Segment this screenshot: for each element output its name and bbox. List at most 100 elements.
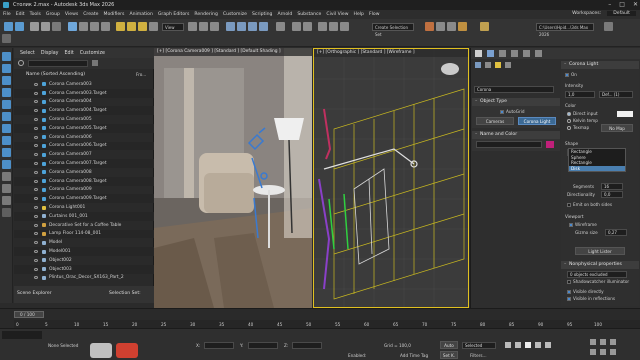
placement-icon[interactable] bbox=[149, 22, 158, 31]
rotate-icon[interactable] bbox=[127, 22, 136, 31]
align-icon[interactable] bbox=[303, 22, 312, 31]
viewport-camera[interactable]: [+] [Corona Camera009 ] [Standard ] [Def… bbox=[154, 48, 312, 308]
menu-arnold[interactable]: Arnold bbox=[277, 12, 292, 17]
object-name-field[interactable] bbox=[476, 141, 542, 148]
light-lister-button[interactable]: Light Lister bbox=[575, 247, 625, 255]
excluded-field[interactable]: 0 objects excluded bbox=[567, 271, 627, 278]
move-icon[interactable] bbox=[116, 22, 125, 31]
list-item[interactable]: Corona Camera007 bbox=[14, 150, 154, 159]
list-item[interactable]: Plintus_Orac_Decor_SX163_Part_2 bbox=[14, 274, 154, 283]
next-frame-icon[interactable] bbox=[535, 342, 541, 348]
filter-bones-icon[interactable] bbox=[2, 148, 11, 157]
eye-icon[interactable] bbox=[34, 179, 38, 183]
eye-icon[interactable] bbox=[34, 153, 38, 157]
list-item[interactable]: Corona Camera004 bbox=[14, 98, 154, 107]
menu-create[interactable]: Create bbox=[83, 12, 98, 17]
menu-civil-view[interactable]: Civil View bbox=[326, 12, 348, 17]
project-path-field[interactable]: C:\Users\Hpid...\3ds Max 2026 bbox=[536, 23, 594, 37]
filter-helpers-icon[interactable] bbox=[2, 100, 11, 109]
texmap-button[interactable]: No Map bbox=[601, 124, 633, 132]
lights-category-icon[interactable] bbox=[495, 62, 501, 68]
redo-icon[interactable] bbox=[15, 22, 24, 31]
motion-tab-icon[interactable] bbox=[511, 50, 518, 57]
fov-icon[interactable] bbox=[600, 349, 606, 355]
light-color-swatch[interactable] bbox=[617, 111, 633, 117]
pan-icon[interactable] bbox=[610, 339, 616, 345]
sign-in-icon[interactable] bbox=[604, 22, 613, 31]
list-item[interactable]: Object003 bbox=[14, 264, 154, 274]
autogrid-checkbox[interactable] bbox=[500, 110, 504, 114]
directionality-field[interactable]: 0,0 bbox=[601, 191, 623, 198]
filter-lights-icon[interactable] bbox=[2, 76, 11, 85]
list-item[interactable]: Decorative Set for a Coffee Table bbox=[14, 221, 154, 230]
list-item[interactable]: Corona Camera005 bbox=[14, 115, 154, 124]
kelvin-radio[interactable] bbox=[567, 119, 571, 123]
texmap-radio[interactable] bbox=[567, 126, 571, 130]
eye-icon[interactable] bbox=[34, 188, 38, 192]
utilities-tab-icon[interactable] bbox=[535, 50, 542, 57]
taskbar-app-2[interactable] bbox=[116, 343, 138, 358]
minimize-button[interactable]: – bbox=[608, 1, 611, 8]
zoom-all-icon[interactable] bbox=[600, 339, 606, 345]
close-button[interactable]: ✕ bbox=[633, 1, 638, 8]
geometry-category-icon[interactable] bbox=[475, 62, 481, 68]
filter-xrefs-icon[interactable] bbox=[2, 136, 11, 145]
render-icon[interactable] bbox=[458, 22, 467, 31]
filter-groups-icon[interactable] bbox=[2, 124, 11, 133]
cameras-button[interactable]: Cameras bbox=[476, 117, 514, 125]
eye-icon[interactable] bbox=[34, 91, 38, 95]
list-item[interactable]: Corona Camera008 bbox=[14, 168, 154, 177]
z-coord-field[interactable] bbox=[292, 342, 322, 349]
keyboard-shortcut-icon[interactable] bbox=[210, 22, 219, 31]
prev-frame-icon[interactable] bbox=[515, 342, 521, 348]
eye-icon[interactable] bbox=[34, 276, 38, 280]
menu-modifiers[interactable]: Modifiers bbox=[103, 12, 124, 17]
layer-explorer-icon[interactable] bbox=[318, 22, 327, 31]
eye-icon[interactable] bbox=[34, 214, 38, 218]
scene-explorer-label[interactable]: Scene Explorer bbox=[17, 291, 52, 296]
spinner-snap-icon[interactable] bbox=[259, 22, 268, 31]
intensity-field[interactable]: 1,0 bbox=[565, 91, 595, 98]
menu-group[interactable]: Group bbox=[46, 12, 60, 17]
eye-icon[interactable] bbox=[34, 170, 38, 174]
taskbar-app-1[interactable] bbox=[90, 343, 112, 358]
shapes-category-icon[interactable] bbox=[485, 62, 491, 68]
reference-coord-select[interactable]: View bbox=[162, 23, 184, 31]
select-by-name-icon[interactable] bbox=[79, 22, 88, 31]
mirror-icon[interactable] bbox=[292, 22, 301, 31]
eye-icon[interactable] bbox=[34, 82, 38, 86]
select-object-icon[interactable] bbox=[68, 22, 77, 31]
intensity-unit-select[interactable]: Def... (1) bbox=[599, 91, 633, 98]
list-item[interactable]: Model bbox=[14, 238, 154, 247]
column-header-frozen[interactable]: Fro... bbox=[136, 72, 146, 77]
nonphysical-header[interactable]: Nonphysical properties bbox=[561, 261, 639, 269]
cameras-category-icon[interactable] bbox=[505, 62, 511, 68]
selected-select[interactable]: Selected bbox=[462, 342, 496, 349]
window-crossing-icon[interactable] bbox=[101, 22, 110, 31]
eye-icon[interactable] bbox=[34, 206, 38, 210]
unlink-icon[interactable] bbox=[41, 22, 50, 31]
eye-icon[interactable] bbox=[34, 126, 38, 130]
tab-select[interactable]: Select bbox=[20, 51, 35, 56]
add-time-tag-button[interactable]: Add Time Tag bbox=[400, 353, 428, 358]
menu-substance[interactable]: Substance bbox=[297, 12, 321, 17]
renderer-dropdown[interactable]: Corona bbox=[474, 86, 554, 93]
eye-icon[interactable] bbox=[34, 250, 38, 254]
eye-icon[interactable] bbox=[34, 241, 38, 245]
tab-edit[interactable]: Edit bbox=[65, 51, 74, 56]
tab-display[interactable]: Display bbox=[41, 51, 59, 56]
menu-views[interactable]: Views bbox=[65, 12, 78, 17]
select-manipulate-icon[interactable] bbox=[199, 22, 208, 31]
on-checkbox[interactable] bbox=[565, 73, 569, 77]
set-key-button[interactable]: Set K. bbox=[440, 351, 458, 359]
link-icon[interactable] bbox=[30, 22, 39, 31]
menu-flow[interactable]: Flow bbox=[369, 12, 380, 17]
eye-icon[interactable] bbox=[34, 144, 38, 148]
eye-icon[interactable] bbox=[34, 232, 38, 236]
menu-file[interactable]: File bbox=[3, 12, 11, 17]
maximize-button[interactable]: □ bbox=[619, 1, 625, 8]
play-icon[interactable] bbox=[525, 342, 531, 348]
shape-dropdown-list[interactable]: Rectangle Sphere Rectangle Disk bbox=[568, 148, 626, 172]
eye-icon[interactable] bbox=[34, 258, 38, 262]
menu-customize[interactable]: Customize bbox=[223, 12, 247, 17]
